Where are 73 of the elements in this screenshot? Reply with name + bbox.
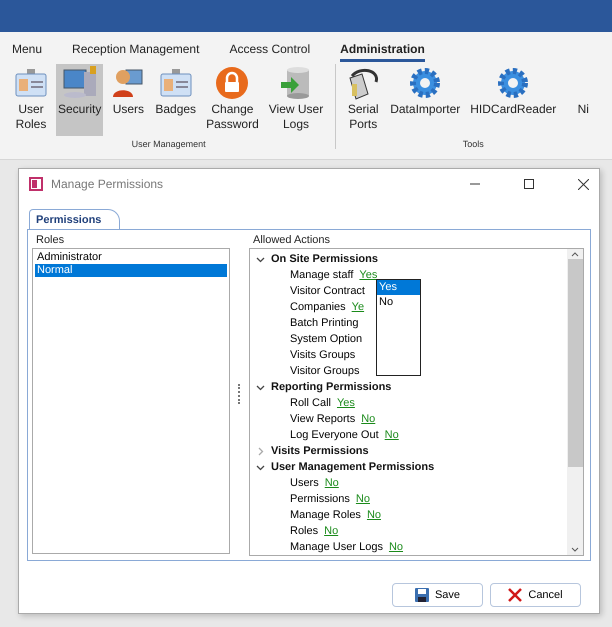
ribbon-button[interactable]: View User Logs [266, 64, 326, 136]
allowed-actions-label: Allowed Actions [252, 234, 332, 246]
permission-value-link[interactable]: No [366, 509, 381, 521]
tree-group-label[interactable]: Reporting Permissions [271, 381, 392, 393]
roles-label: Roles [35, 234, 66, 246]
tree-item-label[interactable]: Visitor Contract [290, 285, 365, 297]
close-icon [508, 588, 522, 602]
permission-value-link[interactable]: Ye [352, 301, 364, 313]
tree-item-label[interactable]: Roles [290, 525, 318, 537]
computer-icon [62, 66, 98, 100]
permission-value-link[interactable]: No [384, 429, 399, 441]
ribbon-tab[interactable]: Administration [340, 40, 425, 62]
gear-icon [409, 67, 442, 99]
permissions-tab[interactable]: Permissions [29, 209, 120, 229]
ribbon-button[interactable]: Badges [153, 64, 198, 136]
group-label: User Management [132, 139, 206, 149]
permission-value-link[interactable]: Yes [336, 397, 355, 409]
permission-value-link[interactable]: Yes [359, 269, 378, 281]
tree-item-label[interactable]: Permissions [290, 493, 350, 505]
tree-group-label[interactable]: Visits Permissions [271, 445, 369, 457]
ribbon-tab[interactable]: Reception Management [72, 40, 200, 62]
scrollbar[interactable] [567, 249, 583, 555]
tree-item-label[interactable]: Manage staff [290, 269, 354, 281]
permission-value-link[interactable]: No [324, 525, 338, 537]
user-icon [112, 68, 144, 98]
tree-item-label[interactable]: Visits Groups [290, 349, 356, 361]
tree-item-label[interactable]: System Option [290, 333, 362, 345]
id-badge-icon [15, 69, 47, 97]
ribbon-button[interactable]: HIDCardReader [468, 64, 558, 136]
ribbon-button[interactable]: Ni [564, 64, 602, 136]
ribbon-button[interactable]: User Roles [12, 64, 50, 136]
ribbon-button[interactable]: Security [56, 64, 104, 136]
splitter-handle[interactable] [238, 384, 241, 404]
ribbon-tab[interactable]: Menu [12, 40, 42, 62]
tree-item-label[interactable]: Log Everyone Out [290, 429, 379, 441]
maximize-icon[interactable] [524, 179, 534, 189]
save-button[interactable]: Save [392, 583, 483, 607]
ribbon-button[interactable]: Users [109, 64, 148, 136]
role-item[interactable]: Normal [35, 264, 227, 277]
ribbon-button[interactable]: Serial Ports [344, 64, 382, 136]
tree-item-label[interactable]: Manage User Logs [290, 541, 383, 553]
chevron-down-icon[interactable] [256, 254, 265, 264]
role-item[interactable]: Administrator [35, 251, 227, 264]
scroll-up-icon[interactable] [571, 251, 579, 257]
id-badge-icon [160, 69, 192, 97]
tree-item-label[interactable]: Companies [290, 301, 346, 313]
tree-group-label[interactable]: On Site Permissions [271, 253, 378, 265]
chevron-down-icon[interactable] [256, 462, 265, 472]
tree-item-label[interactable]: Users [290, 477, 319, 489]
scrollbar-thumb[interactable] [568, 259, 582, 467]
padlock-icon [215, 66, 250, 100]
close-icon[interactable] [578, 178, 589, 190]
scroll-down-icon[interactable] [571, 547, 579, 553]
gear-icon [497, 67, 530, 99]
app-icon [29, 177, 43, 191]
group-label: Tools [462, 139, 484, 149]
cancel-button[interactable]: Cancel [490, 583, 581, 607]
ribbon-button[interactable]: Change Password [204, 64, 261, 136]
tree-group-label[interactable]: User Management Permissions [271, 461, 434, 473]
dropdown-option[interactable]: Yes [377, 280, 420, 295]
tree-item-label[interactable]: Manage Roles [290, 509, 361, 521]
permission-value-link[interactable]: No [324, 477, 339, 489]
tree-item-label[interactable]: Roll Call [290, 397, 331, 409]
permission-value-link[interactable]: No [361, 413, 376, 425]
dialog-title: Manage Permissions [51, 177, 164, 191]
permission-value-link[interactable]: No [388, 541, 404, 553]
tree-item-label[interactable]: Visitor Groups [290, 365, 360, 377]
tree-item-label[interactable]: Batch Printing [290, 317, 358, 329]
ribbon-button[interactable]: DataImporter [388, 64, 462, 136]
tree-item-label[interactable]: View Reports [290, 413, 356, 425]
chevron-down-icon[interactable] [256, 382, 265, 392]
permission-value-link[interactable]: No [356, 493, 370, 505]
ribbon-tab[interactable]: Access Control [229, 40, 310, 62]
